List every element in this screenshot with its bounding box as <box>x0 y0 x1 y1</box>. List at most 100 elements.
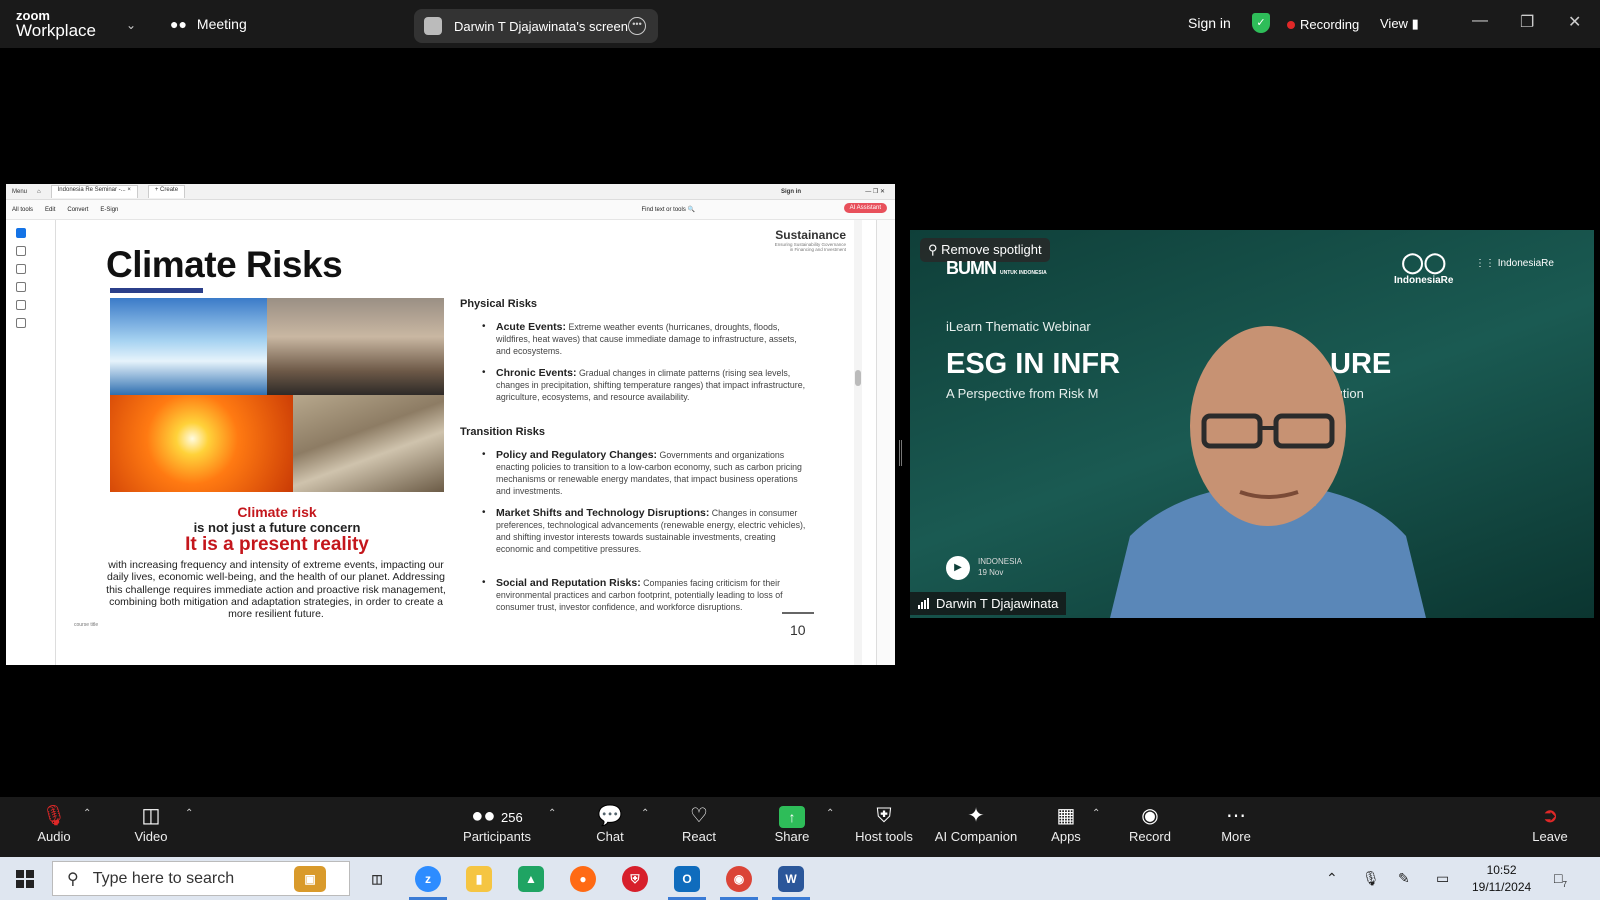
react-button[interactable]: ♡ React <box>659 803 739 844</box>
all-tools-menu[interactable]: All tools <box>12 207 33 213</box>
sign-in-link[interactable]: Sign in <box>1188 15 1231 31</box>
bumn-text: BUMN <box>946 258 997 278</box>
antivirus-icon[interactable]: ⛨ <box>622 866 648 892</box>
more-button[interactable]: ⋯ More <box>1196 803 1276 844</box>
audio-options-caret[interactable]: ⌃ <box>83 808 91 819</box>
meeting-info-button[interactable]: ●● Meeting <box>170 16 247 32</box>
notification-center-icon[interactable]: □7 <box>1554 870 1567 889</box>
clock-date: 19/11/2024 <box>1472 880 1532 894</box>
corner-caption: INDONESIA 19 Nov <box>978 556 1022 578</box>
brand-name: Sustainance <box>775 228 846 242</box>
acrobat-create-button[interactable]: + Create <box>147 185 186 198</box>
participants-button[interactable]: ●● 256 Participants <box>456 803 538 844</box>
shared-screen-pill[interactable]: Darwin T Djajawinata's screen ••• <box>414 9 658 43</box>
firefox-icon[interactable]: ● <box>570 866 596 892</box>
indonesia-re-logo: ◯◯ IndonesiaRe <box>1394 250 1453 286</box>
video-button[interactable]: ◫ Video <box>111 803 191 844</box>
record-circle-icon: ◉ <box>1141 805 1159 827</box>
chrome-icon[interactable]: ◉ <box>726 866 752 892</box>
recording-indicator[interactable]: Recording <box>1287 17 1359 32</box>
comment-tool-icon[interactable] <box>16 246 26 256</box>
tray-pen-icon[interactable]: ✎ <box>1398 870 1410 887</box>
text-tool-icon[interactable] <box>16 300 26 310</box>
tray-microphone-icon[interactable]: 🎙 <box>1362 870 1380 887</box>
convert-menu[interactable]: Convert <box>67 207 88 213</box>
participants-options-caret[interactable]: ⌃ <box>548 808 556 819</box>
video-camera-icon: ◫ <box>141 805 161 827</box>
indonesia-re-ring-icon: ◯◯ <box>1401 252 1447 274</box>
zoom-workplace-logo[interactable]: zoom Workplace <box>16 9 96 39</box>
risk-item: • Social and Reputation Risks: Companies … <box>482 577 783 612</box>
chat-bubble-icon: 💬 <box>597 805 623 827</box>
leave-door-icon: ➲ <box>1541 805 1559 827</box>
shared-screen-label: Darwin T Djajawinata's screen <box>454 18 628 34</box>
highlight-tool-icon[interactable] <box>16 264 26 274</box>
participants-label: Participants <box>463 829 531 844</box>
select-tool-icon[interactable] <box>16 228 26 238</box>
view-button[interactable]: View ▮ <box>1380 16 1419 32</box>
apps-options-caret[interactable]: ⌃ <box>1092 808 1100 819</box>
view-layout-icon: ▮ <box>1411 16 1419 31</box>
ai-sparkle-icon: ✦ <box>967 805 985 827</box>
stamp-tool-icon[interactable] <box>16 318 26 328</box>
close-icon[interactable]: ✕ <box>1568 12 1581 32</box>
record-button[interactable]: ◉ Record <box>1110 803 1190 844</box>
pdf-slide: Climate Risks Sustainance Ensuring Susta… <box>56 220 852 665</box>
more-options-icon[interactable]: ••• <box>628 17 646 35</box>
share-button[interactable]: ↑ Share <box>752 803 832 844</box>
brand-subline-2: in Financing and Investment <box>789 247 846 253</box>
file-explorer-icon[interactable]: ▮ <box>466 866 492 892</box>
outlook-icon[interactable]: O <box>674 866 700 892</box>
recording-label: Recording <box>1300 17 1360 32</box>
windows-start-icon[interactable] <box>16 870 34 888</box>
google-drive-icon[interactable]: ▲ <box>518 866 544 892</box>
draw-tool-icon[interactable] <box>16 282 26 292</box>
minimize-icon[interactable]: — <box>1472 12 1488 30</box>
speaker-person <box>1110 326 1426 618</box>
chat-options-caret[interactable]: ⌃ <box>641 808 649 819</box>
home-icon[interactable]: ⌂ <box>37 189 41 195</box>
scrollbar-thumb[interactable] <box>855 370 861 386</box>
find-text-tool[interactable]: Find text or tools 🔍 <box>642 206 696 213</box>
host-tools-button[interactable]: ⛨ Host tools <box>844 803 924 844</box>
slide-title: Climate Risks <box>106 244 343 285</box>
institute-text: IndonesiaRe <box>1497 258 1554 269</box>
tray-chevron-up-icon[interactable]: ⌃ <box>1326 870 1338 887</box>
video-options-caret[interactable]: ⌃ <box>185 808 193 819</box>
edit-menu[interactable]: Edit <box>45 207 55 213</box>
ai-companion-button[interactable]: ✦ AI Companion <box>926 803 1026 844</box>
restore-icon[interactable]: ❐ <box>1520 12 1534 32</box>
esign-menu[interactable]: E-Sign <box>100 207 118 213</box>
leave-button[interactable]: ➲ Leave <box>1510 803 1590 844</box>
sustainance-brand: Sustainance Ensuring Sustainability Gove… <box>775 228 846 253</box>
acrobat-document-tab[interactable]: Indonesia Re Seminar -... × <box>50 185 138 198</box>
share-options-caret[interactable]: ⌃ <box>826 808 834 819</box>
security-shield-icon[interactable]: ✓ <box>1252 13 1270 33</box>
chevron-down-icon[interactable]: ⌄ <box>126 18 136 32</box>
risk-term: Acute Events: <box>496 321 567 333</box>
acrobat-window-controls[interactable]: — ❐ ✕ <box>865 188 885 195</box>
ai-assistant-button[interactable]: AI Assistant <box>843 203 887 213</box>
recording-dot-icon <box>1287 20 1295 29</box>
chat-label: Chat <box>596 829 624 844</box>
participant-name-tag: Darwin T Djajawinata <box>910 592 1067 615</box>
logo-main-text: Workplace <box>16 21 96 40</box>
pdf-scrollbar[interactable] <box>854 220 862 665</box>
chat-button[interactable]: 💬 Chat <box>570 803 650 844</box>
risk-item: • Chronic Events: Gradual changes in clim… <box>482 367 806 402</box>
risk-term: Chronic Events: <box>496 367 577 379</box>
participants-icon: ●● <box>170 16 187 32</box>
tray-display-icon[interactable]: ▭ <box>1436 870 1449 887</box>
leave-label: Leave <box>1532 829 1568 844</box>
acrobat-menu[interactable]: Menu <box>12 189 27 195</box>
taskbar-clock[interactable]: 10:52 19/11/2024 <box>1472 862 1531 896</box>
work-briefcase-icon[interactable]: ▣ <box>294 866 326 892</box>
split-resize-handle[interactable] <box>899 440 902 466</box>
zoom-app-icon[interactable]: z <box>415 866 441 892</box>
webinar-label: iLearn Thematic Webinar <box>946 319 1091 334</box>
glacier-image <box>110 298 267 395</box>
audio-button[interactable]: 🎙 Audio <box>14 803 94 844</box>
task-view-icon[interactable]: ◫ <box>364 866 390 892</box>
word-icon[interactable]: W <box>778 866 804 892</box>
acrobat-sign-in[interactable]: Sign in <box>781 189 801 195</box>
